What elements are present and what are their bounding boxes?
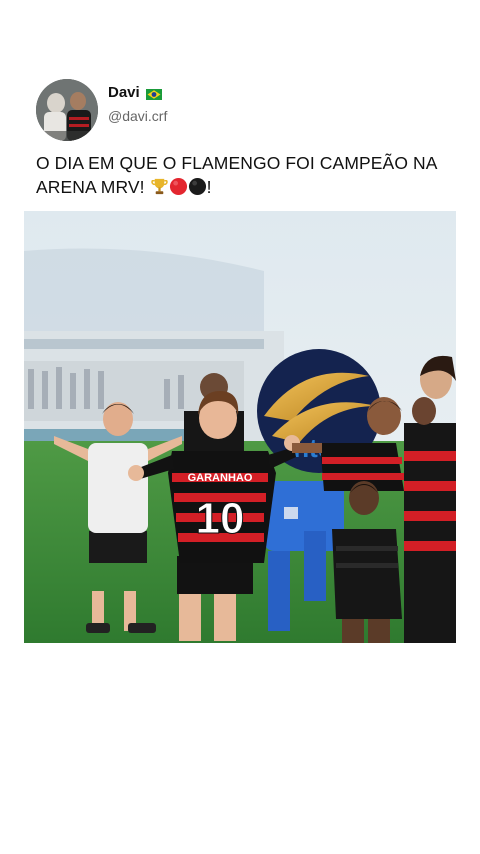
brazil-flag-icon [145, 87, 162, 100]
author-name[interactable]: Davi [108, 84, 140, 101]
red-circle-icon [169, 177, 188, 196]
author-handle[interactable]: @davi.crf [108, 108, 167, 124]
tweet-text-end: ! [206, 177, 212, 197]
tweet-text: O DIA EM QUE O FLAMENGO FOI CAMPEÃO NA A… [36, 151, 446, 199]
trophy-icon [150, 177, 169, 196]
author-row: Davi [108, 84, 162, 101]
tweet-header: Davi @davi.crf [36, 79, 456, 143]
tweet-media-photo[interactable]: inter [24, 211, 456, 643]
avatar[interactable] [36, 79, 98, 141]
tweet-text-main: O DIA EM QUE O FLAMENGO FOI CAMPEÃO NA A… [36, 153, 437, 197]
jersey-name: GARANHAO [188, 472, 253, 484]
black-circle-icon [188, 177, 207, 196]
jersey-number: 10 [196, 494, 245, 543]
